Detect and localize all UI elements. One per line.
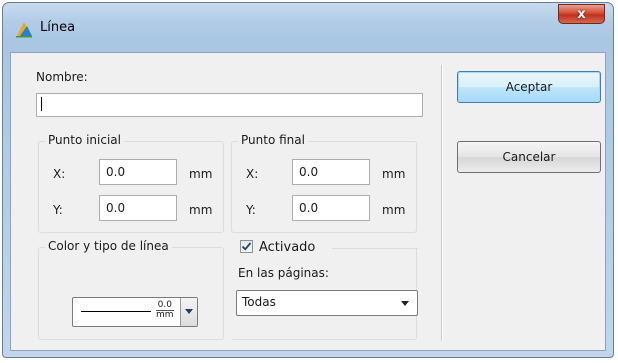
line-width-readout: 0.0 mm	[156, 300, 174, 320]
punto-inicial-x-label: X:	[53, 167, 66, 181]
activado-checkbox[interactable]	[240, 240, 253, 253]
check-icon	[241, 242, 252, 251]
line-style-dropdown-button[interactable]	[180, 298, 197, 326]
punto-inicial-group: Punto inicial X: 0.0 mm Y: 0.0 mm	[38, 133, 224, 233]
paginas-selected: Todas	[242, 295, 276, 309]
punto-inicial-x-unit: mm	[189, 167, 213, 181]
punto-final-y-unit: mm	[382, 203, 406, 217]
line-style-picker[interactable]: 0.0 mm	[72, 297, 198, 327]
title-bar[interactable]: Línea x	[3, 3, 613, 45]
activado-group: Activado En las páginas: Todas	[231, 240, 418, 340]
punto-final-x-input[interactable]: 0.0	[292, 159, 370, 185]
punto-final-x-label: X:	[246, 167, 259, 181]
accept-button[interactable]: Aceptar	[457, 71, 601, 103]
dialog-window: Línea x Nombre: Punto inicial X: 0.0 mm …	[2, 2, 614, 358]
line-sample	[81, 311, 151, 312]
punto-final-x-value: 0.0	[299, 165, 319, 179]
punto-inicial-x-value: 0.0	[106, 165, 126, 179]
dialog-content: Nombre: Punto inicial X: 0.0 mm Y: 0.0 m…	[10, 52, 606, 351]
color-linea-group: Color y tipo de línea 0.0 mm	[38, 239, 224, 340]
vertical-separator	[441, 65, 442, 341]
text-caret	[41, 97, 42, 111]
punto-inicial-y-input[interactable]: 0.0	[99, 195, 177, 221]
activado-group-top-rule	[332, 248, 418, 249]
paginas-label: En las páginas:	[238, 266, 329, 280]
punto-inicial-y-unit: mm	[189, 203, 213, 217]
activado-label: Activado	[259, 240, 316, 255]
punto-inicial-x-input[interactable]: 0.0	[99, 159, 177, 185]
punto-final-y-value: 0.0	[299, 201, 319, 215]
paginas-select[interactable]: Todas	[236, 290, 418, 316]
punto-inicial-legend: Punto inicial	[45, 133, 124, 147]
cancel-button[interactable]: Cancelar	[457, 141, 601, 173]
punto-final-group: Punto final X: 0.0 mm Y: 0.0 mm	[231, 133, 417, 233]
close-icon: x	[577, 6, 586, 22]
punto-final-y-input[interactable]: 0.0	[292, 195, 370, 221]
chevron-down-icon	[185, 309, 193, 314]
chevron-down-icon	[401, 301, 409, 306]
window-title: Línea	[40, 20, 76, 35]
nombre-label: Nombre:	[36, 70, 88, 84]
app-icon	[16, 22, 32, 38]
color-linea-legend: Color y tipo de línea	[45, 239, 172, 253]
nombre-input[interactable]	[36, 93, 423, 117]
punto-final-legend: Punto final	[238, 133, 308, 147]
close-button[interactable]: x	[558, 4, 605, 24]
punto-final-x-unit: mm	[382, 167, 406, 181]
punto-final-y-label: Y:	[246, 203, 256, 217]
punto-inicial-y-label: Y:	[53, 203, 63, 217]
punto-inicial-y-value: 0.0	[106, 201, 126, 215]
